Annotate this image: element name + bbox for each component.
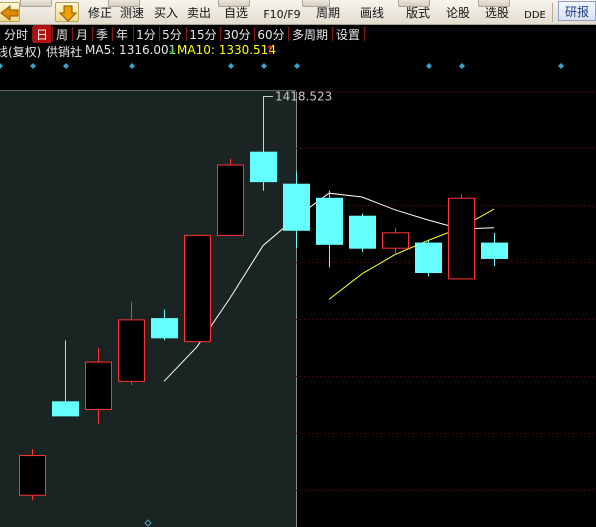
- candle-body: [184, 234, 211, 343]
- candle-body: [349, 215, 376, 249]
- candle-body: [250, 151, 277, 183]
- candle[interactable]: [481, 232, 508, 267]
- candle-body: [118, 319, 145, 382]
- stock-name: 供销社: [46, 45, 83, 59]
- ma5-value: MA5: 1316.001: [85, 43, 177, 57]
- candle[interactable]: [217, 158, 244, 236]
- toolbar-button-speed[interactable]: 测速: [118, 0, 146, 25]
- down-arrow-icon[interactable]: [55, 2, 79, 22]
- event-marker-icon[interactable]: [228, 63, 234, 69]
- event-marker-icon[interactable]: [129, 63, 135, 69]
- event-marker-icon[interactable]: [30, 63, 36, 69]
- toolbar-button-period[interactable]: 周期: [314, 0, 342, 25]
- event-marker-icon[interactable]: [261, 63, 267, 69]
- toolbar-button-draw[interactable]: 画线: [358, 0, 386, 25]
- candle[interactable]: [382, 227, 409, 254]
- event-marker-icon[interactable]: [294, 63, 300, 69]
- period-bar: 分时 日 周 月 季 年 1分 5分 15分 30分 60分 多周期 设置: [0, 25, 596, 43]
- kline-chart[interactable]: 1418.523: [0, 59, 596, 527]
- period-tab-quarter[interactable]: 季: [93, 25, 111, 43]
- event-markers: [0, 63, 564, 69]
- candle-body: [19, 455, 46, 496]
- event-marker-icon[interactable]: [459, 63, 465, 69]
- toolbar-separator: [552, 3, 553, 22]
- candle-body: [283, 183, 310, 231]
- ma5-down-arrow-icon: ↓: [167, 43, 178, 57]
- period-separator: [364, 27, 365, 41]
- candle-body: [448, 197, 475, 280]
- candle-body: [151, 318, 178, 339]
- period-tab-30min[interactable]: 30分: [221, 25, 253, 43]
- candle[interactable]: [19, 449, 46, 501]
- candle[interactable]: [448, 194, 475, 280]
- candle-body: [217, 164, 244, 236]
- event-marker-icon[interactable]: [0, 63, 3, 69]
- event-marker-icon[interactable]: [63, 63, 69, 69]
- period-tab-month[interactable]: 月: [73, 25, 91, 43]
- candle-body: [415, 242, 442, 274]
- research-report-button[interactable]: 研报: [558, 1, 596, 21]
- back-arrow-icon[interactable]: [0, 2, 20, 22]
- toolbar-button-f10[interactable]: F10/F9: [262, 0, 302, 25]
- period-tab-multi[interactable]: 多周期: [289, 25, 331, 43]
- period-tab-15min[interactable]: 15分: [187, 25, 219, 43]
- candle[interactable]: [415, 240, 442, 277]
- max-price-label: 1418.523: [275, 89, 332, 103]
- toolbar-button-dde[interactable]: DDE: [520, 0, 550, 25]
- toolbar-button-discuss[interactable]: 论股: [444, 0, 472, 25]
- period-tab-day[interactable]: 日: [33, 25, 51, 43]
- period-tab-60min[interactable]: 60分: [255, 25, 287, 43]
- toolbar-button-layout[interactable]: 版式: [404, 0, 432, 25]
- chart-title-prefix: 线(复权): [0, 45, 42, 59]
- candle-body: [316, 197, 343, 245]
- period-tab-1min[interactable]: 1分: [134, 25, 158, 43]
- toolbar: 修正 测速 买入 卖出 自选 F10/F9 周期 画线 版式 论股 选股 DDE…: [0, 0, 596, 25]
- toolbar-button-select[interactable]: 选股: [483, 0, 511, 25]
- candle-body: [481, 242, 508, 259]
- candle[interactable]: [316, 190, 343, 268]
- toolbar-button-watchlist[interactable]: 自选: [222, 0, 250, 25]
- indicator-info-line: 线(复权) 供销社 MA5: 1316.001 ↓ MA10: 1330.514…: [0, 43, 596, 59]
- candle-body: [85, 361, 112, 410]
- grid: [296, 91, 596, 491]
- toolbar-button-buy[interactable]: 买入: [152, 0, 180, 25]
- toolbar-button-fix[interactable]: 修正: [86, 0, 114, 25]
- ma10-value: MA10: 1330.514: [177, 43, 276, 57]
- period-tab-5min[interactable]: 5分: [160, 25, 184, 43]
- toolbar-button-sell[interactable]: 卖出: [185, 0, 213, 25]
- period-tab-settings[interactable]: 设置: [333, 25, 363, 43]
- event-marker-icon[interactable]: [558, 63, 564, 69]
- candle-body: [52, 401, 79, 417]
- event-marker-icon[interactable]: [426, 63, 432, 69]
- candle[interactable]: [184, 234, 211, 343]
- period-tab-week[interactable]: 周: [53, 25, 71, 43]
- ma10-up-arrow-icon: ↑: [265, 43, 276, 57]
- period-tab-intraday[interactable]: 分时: [0, 25, 32, 43]
- candle-body: [382, 232, 409, 249]
- period-tab-year[interactable]: 年: [113, 25, 131, 43]
- toolbar-tab: [20, 0, 52, 7]
- candle[interactable]: [349, 213, 376, 253]
